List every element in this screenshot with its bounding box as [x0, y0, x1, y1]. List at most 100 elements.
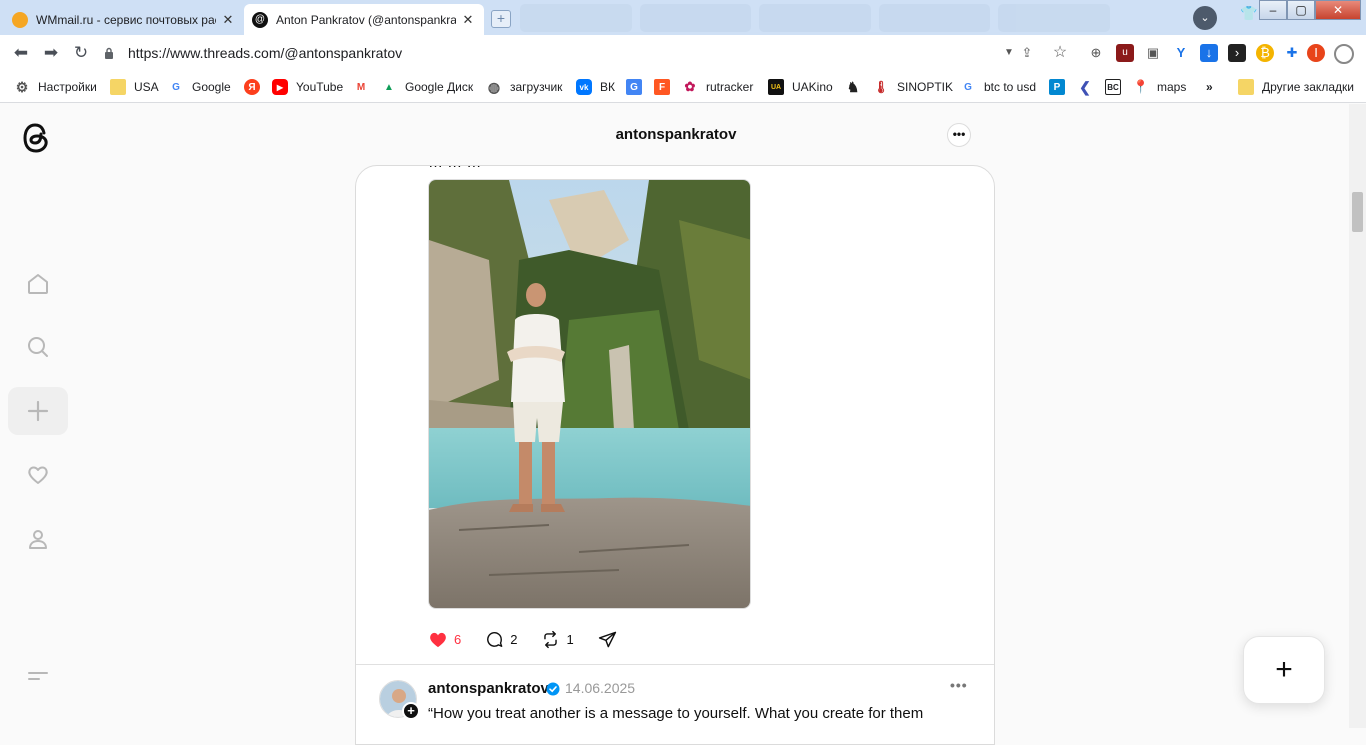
dropdown-icon[interactable]: ▼ [1000, 44, 1018, 62]
browser-toolbar: ⬅ ➡ ↻ https://www.threads.com/@antonspan… [0, 35, 1366, 101]
bookmark-chess[interactable]: ♞ [845, 78, 869, 96]
post-photo[interactable] [428, 179, 751, 609]
browser-tab-strip: WMmail.ru - сервис почтовых рас ✕ @ Anto… [0, 0, 1366, 35]
tab-title: WMmail.ru - сервис почтовых рас [36, 12, 216, 27]
translate-icon: G [626, 79, 642, 95]
share-button[interactable] [598, 630, 623, 649]
uakino-icon: UA [768, 79, 784, 95]
reload-icon[interactable]: ↻ [70, 43, 92, 63]
bookmark-f[interactable]: F [654, 78, 678, 96]
scrollbar-thumb[interactable] [1352, 192, 1363, 232]
threads-logo-icon[interactable] [22, 121, 52, 155]
create-nav-item[interactable] [8, 387, 68, 435]
activity-nav-item[interactable] [8, 451, 68, 499]
bookmark-google-drive[interactable]: ▲ Google Диск [381, 78, 473, 96]
bookmark-maps[interactable]: 📍 maps [1133, 78, 1186, 96]
ublock-icon[interactable]: u [1116, 44, 1134, 62]
person-icon [29, 530, 47, 549]
address-bar[interactable]: https://www.threads.com/@antonspankratov [104, 41, 402, 65]
tab-threads[interactable]: @ Anton Pankratov (@antonspankrat ✕ [244, 4, 484, 35]
background-tabs [520, 4, 1110, 32]
other-bookmarks[interactable]: Другие закладки [1238, 78, 1354, 96]
bookmark-youtube[interactable]: ▶ YouTube [272, 78, 343, 96]
threads-page: antonspankratov ••• … … … [0, 104, 1366, 745]
maps-icon: 📍 [1132, 79, 1150, 94]
bookmark-translate[interactable]: G [626, 78, 650, 96]
download-icon[interactable]: ↓ [1200, 44, 1218, 62]
bookmark-label: maps [1157, 80, 1187, 94]
repost-button[interactable]: 1 [541, 630, 574, 649]
menu-nav-item[interactable] [8, 652, 68, 700]
bookmark-star-icon[interactable]: ☆ [1051, 44, 1069, 62]
search-nav-item[interactable] [8, 323, 68, 371]
briefcase-icon[interactable]: ▣ [1144, 44, 1162, 62]
send-icon [598, 631, 616, 647]
post-username[interactable]: antonspankratov [428, 680, 549, 697]
new-thread-button[interactable]: + [1243, 636, 1325, 704]
bookmarks-overflow-button[interactable]: » [1206, 78, 1213, 96]
minimize-button[interactable]: – [1259, 0, 1287, 20]
terminal-icon[interactable]: › [1228, 44, 1246, 62]
reply-button[interactable]: 2 [485, 630, 517, 649]
google-icon: G [172, 81, 180, 93]
f-icon: F [654, 79, 670, 95]
drive-icon: ▲ [384, 81, 394, 93]
bookmark-btc-to-usd[interactable]: Gbtc to usd [960, 78, 1036, 96]
settings-icon[interactable] [1334, 44, 1354, 64]
plus-icon [27, 400, 49, 422]
threads-icon: @ [252, 11, 268, 28]
share-icon[interactable]: ⇪ [1018, 44, 1036, 62]
back-icon[interactable]: ⬅ [10, 43, 32, 63]
new-tab-button[interactable]: + [491, 10, 511, 28]
follow-plus-icon[interactable]: + [402, 702, 420, 720]
profile-nav-item[interactable] [8, 515, 68, 563]
arrow-icon: ❮ [1079, 78, 1091, 95]
heart-filled-icon [430, 632, 446, 648]
tab-title: Anton Pankratov (@antonspankrat [276, 12, 456, 27]
close-icon[interactable]: ✕ [460, 12, 476, 28]
forward-icon[interactable]: ➡ [40, 43, 62, 63]
globe-icon: ◍ [487, 78, 501, 95]
bookmark-p[interactable]: P [1049, 78, 1073, 96]
close-window-button[interactable]: ✕ [1315, 0, 1361, 20]
repost-count: 1 [566, 631, 574, 647]
close-icon[interactable]: ✕ [220, 12, 236, 28]
home-icon [28, 274, 48, 294]
bookmark-label: USA [134, 80, 159, 94]
puzzle-icon[interactable]: ✚ [1283, 44, 1301, 62]
home-nav-item[interactable] [8, 260, 68, 308]
maximize-button[interactable]: ▢ [1287, 0, 1315, 20]
bookmark-sinoptik[interactable]: 🌡 SINOPTIK [873, 78, 953, 96]
bookmark-gmail[interactable]: M [353, 78, 377, 96]
bookmark-rutracker[interactable]: ✿ rutracker [682, 78, 754, 96]
photo-man-at-waterfall [429, 180, 750, 608]
bookmark-arrow[interactable]: ❮ [1077, 78, 1101, 96]
tab-wmmail[interactable]: WMmail.ru - сервис почтовых рас ✕ [4, 4, 244, 35]
reply-count: 2 [510, 631, 518, 647]
bookmark-bc[interactable]: BC [1105, 78, 1129, 96]
coin-icon[interactable]: ₿ [1256, 44, 1274, 62]
url-text: https://www.threads.com/@antonspankratov [128, 45, 403, 61]
v-extension-icon[interactable]: Y [1172, 44, 1190, 62]
post-date[interactable]: 14.06.2025 [565, 680, 635, 696]
heart-icon [28, 466, 48, 484]
google-icon: G [964, 81, 972, 93]
bookmark-uakino[interactable]: UA UAKino [768, 78, 833, 96]
tab-search-dropdown[interactable]: ⌄ [1193, 6, 1217, 30]
more-options-button[interactable]: ••• [947, 123, 971, 147]
profile-avatar[interactable]: I [1307, 44, 1325, 62]
page-title: antonspankratov [615, 126, 737, 143]
left-navigation [0, 104, 76, 728]
repost-icon [544, 630, 558, 648]
globe-icon[interactable]: ⊕ [1087, 44, 1105, 62]
bookmark-yandex[interactable]: Я [244, 78, 268, 96]
bookmark-vk[interactable]: vk ВК [576, 78, 615, 96]
bookmark-downloader[interactable]: ◍ загрузчик [486, 78, 563, 96]
folder-icon [1238, 79, 1254, 95]
bookmark-google[interactable]: G Google [168, 78, 231, 96]
bookmark-settings[interactable]: ⚙ Настройки [14, 78, 97, 96]
bookmark-usa[interactable]: USA [110, 78, 159, 96]
post-more-button[interactable]: ••• [950, 677, 968, 693]
like-button[interactable]: 6 [428, 630, 461, 648]
youtube-icon: ▶ [272, 79, 288, 95]
